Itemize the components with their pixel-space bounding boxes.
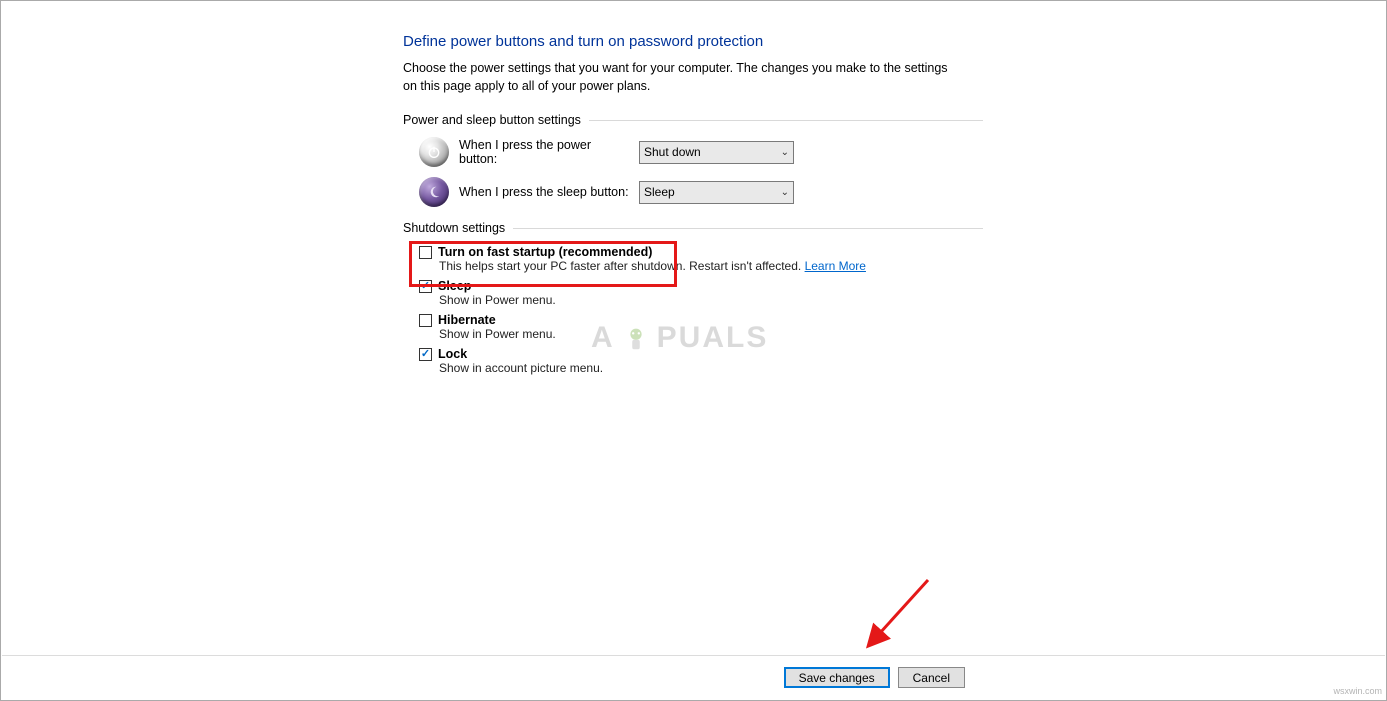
- lock-label: Lock: [438, 347, 467, 361]
- chevron-down-icon: ⌄: [781, 147, 789, 158]
- fast-startup-desc-2: Restart isn't affected.: [686, 259, 805, 273]
- section-power-sleep-label: Power and sleep button settings: [403, 113, 581, 127]
- power-button-dropdown[interactable]: Shut down ⌄: [639, 141, 794, 164]
- option-sleep: Sleep Show in Power menu.: [419, 279, 983, 307]
- cancel-button[interactable]: Cancel: [898, 667, 965, 688]
- option-hibernate: Hibernate Show in Power menu.: [419, 313, 983, 341]
- hibernate-label: Hibernate: [438, 313, 496, 327]
- lock-checkbox[interactable]: [419, 348, 432, 361]
- sleep-checkbox[interactable]: [419, 280, 432, 293]
- sleep-desc: Show in Power menu.: [439, 293, 983, 307]
- row-power-button: When I press the power button: Shut down…: [419, 137, 983, 167]
- image-credit: wsxwin.com: [1333, 686, 1382, 696]
- power-button-value: Shut down: [644, 145, 701, 159]
- lock-desc: Show in account picture menu.: [439, 361, 983, 375]
- sleep-button-dropdown[interactable]: Sleep ⌄: [639, 181, 794, 204]
- page-subtitle: Choose the power settings that you want …: [403, 60, 963, 95]
- power-button-label: When I press the power button:: [459, 138, 629, 166]
- system-settings-window: Define power buttons and turn on passwor…: [0, 0, 1387, 701]
- section-shutdown-label: Shutdown settings: [403, 221, 505, 235]
- fast-startup-label: Turn on fast startup (recommended): [438, 245, 652, 259]
- section-power-sleep: Power and sleep button settings: [403, 113, 983, 127]
- page-title: Define power buttons and turn on passwor…: [403, 33, 983, 50]
- save-button[interactable]: Save changes: [784, 667, 890, 688]
- chevron-down-icon: ⌄: [781, 187, 789, 198]
- divider: [589, 120, 983, 121]
- hibernate-desc: Show in Power menu.: [439, 327, 983, 341]
- power-icon: [419, 137, 449, 167]
- option-lock: Lock Show in account picture menu.: [419, 347, 983, 375]
- option-fast-startup: Turn on fast startup (recommended) This …: [419, 245, 983, 273]
- sleep-label: Sleep: [438, 279, 471, 293]
- annotation-arrow: [860, 576, 940, 656]
- bottom-bar: Save changes Cancel: [2, 655, 1385, 699]
- shutdown-options: Turn on fast startup (recommended) This …: [419, 245, 983, 375]
- learn-more-link[interactable]: Learn More: [805, 259, 866, 273]
- sleep-button-label: When I press the sleep button:: [459, 185, 629, 199]
- fast-startup-desc-1: This helps start your PC faster after sh…: [439, 259, 686, 273]
- hibernate-checkbox[interactable]: [419, 314, 432, 327]
- content-area: Define power buttons and turn on passwor…: [403, 33, 983, 381]
- row-sleep-button: When I press the sleep button: Sleep ⌄: [419, 177, 983, 207]
- sleep-button-value: Sleep: [644, 185, 675, 199]
- fast-startup-checkbox[interactable]: [419, 246, 432, 259]
- divider: [513, 228, 983, 229]
- section-shutdown: Shutdown settings: [403, 221, 983, 235]
- moon-icon: [419, 177, 449, 207]
